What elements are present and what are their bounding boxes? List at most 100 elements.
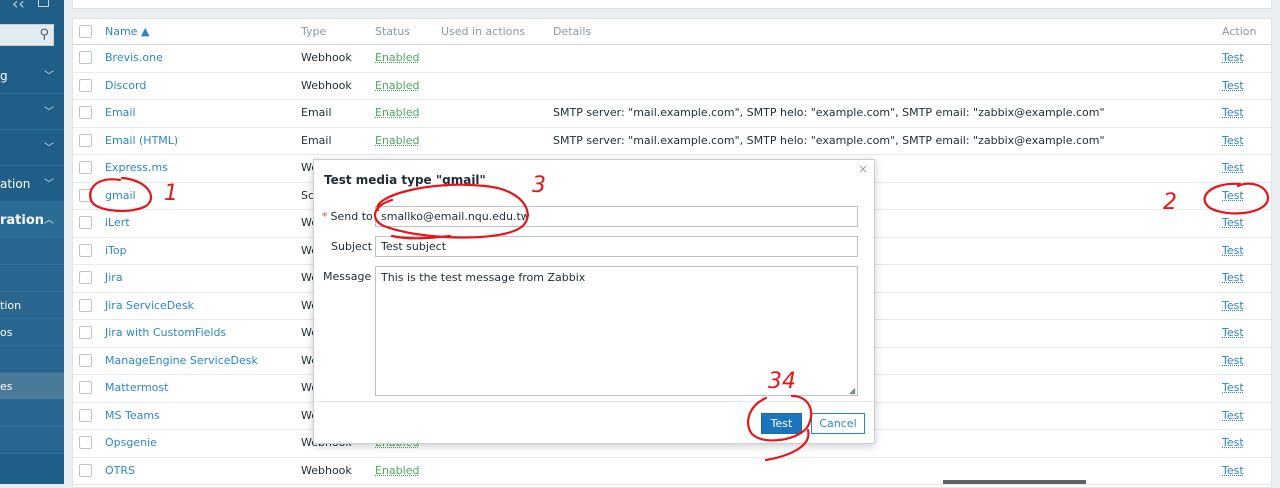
- sidebar-submenu-item[interactable]: [0, 427, 64, 454]
- dialog-title: Test media type "gmail": [324, 173, 486, 187]
- header-name-sort[interactable]: Name ▲: [105, 19, 149, 44]
- table-row: Email Email Enabled SMTP server: "mail.exam…: [73, 100, 1271, 128]
- sidebar-submenu-label: es: [0, 380, 13, 393]
- sidebar-submenu-label: tion: [0, 299, 22, 312]
- row-checkbox[interactable]: [79, 216, 92, 229]
- row-checkbox[interactable]: [79, 326, 92, 339]
- test-link[interactable]: Test: [1222, 375, 1244, 401]
- test-link[interactable]: Test: [1222, 458, 1244, 484]
- sidebar-menu-label: ration: [0, 213, 45, 228]
- row-checkbox[interactable]: [79, 381, 92, 394]
- row-checkbox[interactable]: [79, 463, 92, 477]
- test-link[interactable]: Test: [1222, 73, 1244, 99]
- sidebar-submenu-item[interactable]: [0, 400, 64, 427]
- status-toggle-link[interactable]: Enabled: [375, 73, 419, 99]
- status-toggle-link[interactable]: Enabled: [375, 458, 419, 484]
- test-button[interactable]: Test: [761, 413, 802, 434]
- horizontal-scrollbar[interactable]: [943, 480, 1086, 484]
- test-link[interactable]: Test: [1222, 100, 1244, 126]
- media-type-name-link[interactable]: Discord: [105, 73, 146, 99]
- sidebar: ‹‹ ⚲ g ﹀ ﹀ ﹀ ation ﹀ ration ︿ tion os es: [0, 0, 64, 484]
- status-toggle-link[interactable]: Enabled: [375, 128, 419, 154]
- message-field[interactable]: This is the test message from Zabbix: [375, 266, 858, 396]
- test-link[interactable]: Test: [1222, 210, 1244, 236]
- search-icon[interactable]: ⚲: [39, 27, 49, 42]
- send-to-field[interactable]: [375, 206, 858, 227]
- sidebar-submenu-item[interactable]: os: [0, 319, 64, 346]
- row-checkbox[interactable]: [79, 353, 92, 367]
- test-link[interactable]: Test: [1222, 348, 1244, 374]
- table-header: Name ▲ Type Status Used in actions Detai…: [73, 19, 1271, 45]
- chevron-down-icon: ﹀: [44, 179, 54, 190]
- media-type-name-link[interactable]: iLert: [105, 210, 130, 236]
- row-checkbox[interactable]: [79, 161, 92, 174]
- row-checkbox[interactable]: [79, 243, 92, 257]
- send-to-label: * Send to: [322, 210, 373, 223]
- sidebar-menu-item[interactable]: ﹀: [0, 94, 64, 130]
- media-type-name-link[interactable]: OTRS: [105, 458, 135, 484]
- test-link[interactable]: Test: [1222, 155, 1244, 181]
- row-checkbox[interactable]: [79, 51, 92, 64]
- media-type-name-link[interactable]: MS Teams: [105, 403, 160, 429]
- sidebar-submenu-label: os: [0, 326, 13, 339]
- row-checkbox[interactable]: [79, 408, 92, 422]
- media-type-name-link[interactable]: Brevis.one: [105, 45, 163, 71]
- row-checkbox[interactable]: [79, 271, 92, 284]
- sidebar-search-input[interactable]: ⚲: [0, 24, 54, 46]
- test-link[interactable]: Test: [1222, 265, 1244, 291]
- sidebar-menu-item[interactable]: g ﹀: [0, 58, 64, 94]
- row-checkbox[interactable]: [79, 436, 92, 449]
- row-checkbox[interactable]: [79, 188, 92, 202]
- row-checkbox[interactable]: [79, 78, 92, 92]
- media-type-name-link[interactable]: Jira ServiceDesk: [105, 293, 194, 319]
- test-link[interactable]: Test: [1222, 430, 1244, 456]
- sidebar-submenu-item[interactable]: [0, 346, 64, 373]
- test-link[interactable]: Test: [1222, 293, 1244, 319]
- sidebar-menu-label: ation: [0, 177, 31, 191]
- media-type-type: Email: [301, 106, 332, 119]
- status-toggle-link[interactable]: Enabled: [375, 100, 419, 126]
- sidebar-menu-item[interactable]: ation ﹀: [0, 166, 64, 202]
- test-link[interactable]: Test: [1222, 183, 1244, 209]
- media-type-name-link[interactable]: Email (HTML): [105, 128, 178, 154]
- sidebar-submenu-item[interactable]: tion: [0, 292, 64, 319]
- media-type-name-link[interactable]: ManageEngine ServiceDesk: [105, 348, 258, 374]
- header-used-in-actions: Used in actions: [441, 25, 526, 38]
- test-link[interactable]: Test: [1222, 403, 1244, 429]
- test-link[interactable]: Test: [1222, 320, 1244, 346]
- media-type-type: Webhook: [301, 78, 352, 92]
- sidebar-submenu-item[interactable]: es: [0, 373, 64, 400]
- media-type-name-link[interactable]: gmail: [105, 183, 136, 209]
- sidebar-submenu-item[interactable]: [0, 238, 64, 265]
- media-type-details: SMTP server: "mail.example.com", SMTP he…: [553, 106, 1105, 119]
- message-label: Message: [323, 270, 372, 283]
- sidebar-menu-item[interactable]: ration ︿: [0, 202, 64, 238]
- select-all-checkbox[interactable]: [79, 25, 92, 38]
- sidebar-submenu-item[interactable]: [0, 265, 64, 292]
- row-checkbox[interactable]: [79, 133, 92, 147]
- media-type-name-link[interactable]: Mattermost: [105, 375, 168, 401]
- cancel-button[interactable]: Cancel: [811, 413, 865, 434]
- collapse-sidebar-icon[interactable]: ‹‹: [12, 0, 25, 13]
- media-type-name-link[interactable]: Opsgenie: [105, 430, 157, 456]
- media-type-name-link[interactable]: Express.ms: [105, 155, 168, 181]
- status-toggle-link[interactable]: Enabled: [375, 45, 419, 71]
- media-type-name-link[interactable]: Jira: [105, 265, 123, 291]
- close-icon[interactable]: ×: [858, 162, 868, 176]
- header-action: Action: [1222, 25, 1257, 38]
- media-type-name-link[interactable]: Email: [105, 100, 136, 126]
- row-checkbox[interactable]: [79, 298, 92, 312]
- media-type-name-link[interactable]: Jira with CustomFields: [105, 320, 226, 346]
- media-type-name-link[interactable]: iTop: [105, 238, 127, 264]
- test-link[interactable]: Test: [1222, 45, 1244, 71]
- table-row: Brevis.one Webhook Enabled Test: [73, 45, 1271, 73]
- sidebar-menu-label: g: [0, 69, 8, 83]
- kiosk-mode-icon[interactable]: [38, 0, 49, 7]
- row-checkbox[interactable]: [79, 106, 92, 119]
- media-type-type: Webhook: [301, 51, 352, 64]
- test-link[interactable]: Test: [1222, 238, 1244, 264]
- resize-grip-icon[interactable]: ◢: [849, 386, 855, 395]
- sidebar-menu-item[interactable]: ﹀: [0, 130, 64, 166]
- test-link[interactable]: Test: [1222, 128, 1244, 154]
- subject-field[interactable]: [375, 236, 858, 257]
